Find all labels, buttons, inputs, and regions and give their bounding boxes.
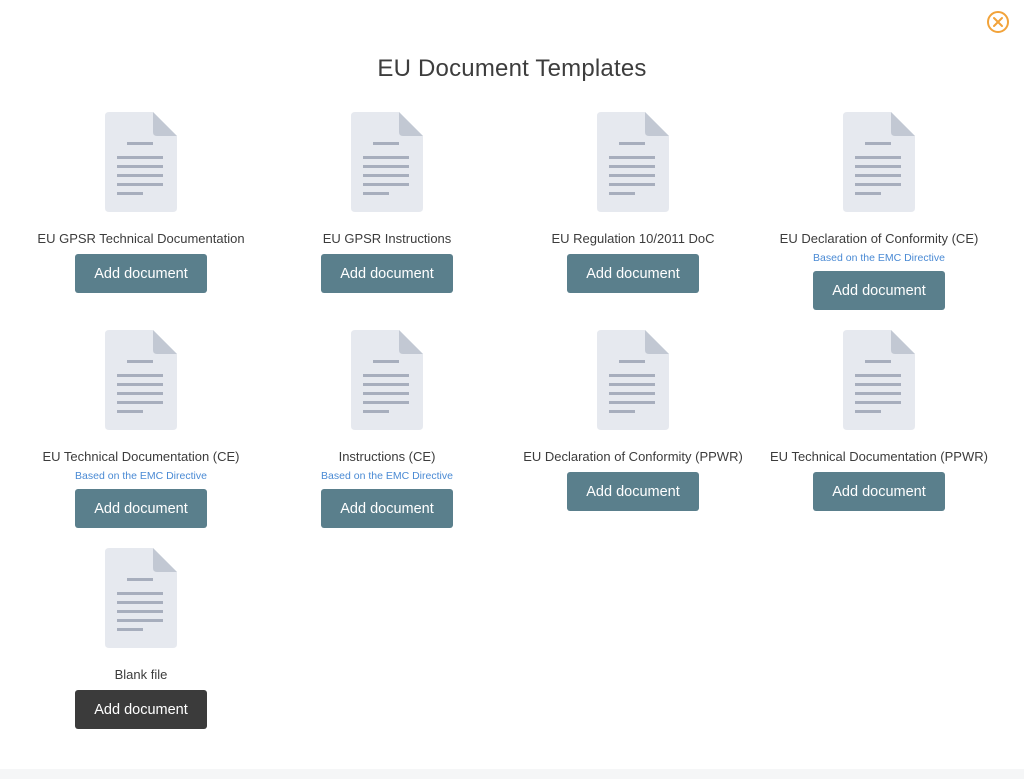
template-card: Blank file Add document: [18, 548, 264, 729]
page-title: EU Document Templates: [377, 55, 647, 82]
document-icon: [105, 548, 177, 648]
template-subtitle: Based on the EMC Directive: [321, 470, 453, 482]
template-card: EU GPSR Technical Documentation Add docu…: [18, 112, 264, 293]
document-icon: [351, 112, 423, 212]
add-document-button[interactable]: Add document: [75, 489, 207, 528]
document-icon: [105, 330, 177, 430]
template-title: EU Technical Documentation (CE): [42, 449, 240, 464]
add-document-button[interactable]: Add document: [813, 472, 945, 511]
document-icon: [105, 112, 177, 212]
add-blank-document-button[interactable]: Add document: [75, 690, 207, 729]
template-title: EU GPSR Instructions: [322, 231, 452, 246]
add-document-button[interactable]: Add document: [567, 472, 699, 511]
template-card: EU Technical Documentation (CE) Based on…: [18, 330, 264, 528]
template-title: EU Declaration of Conformity (PPWR): [523, 449, 743, 464]
template-card: EU Declaration of Conformity (CE) Based …: [756, 112, 1002, 310]
template-title: EU Regulation 10/2011 DoC: [551, 231, 715, 246]
template-card: Instructions (CE) Based on the EMC Direc…: [264, 330, 510, 528]
template-title: EU Technical Documentation (PPWR): [770, 449, 988, 464]
template-card: EU GPSR Instructions Add document: [264, 112, 510, 293]
template-subtitle: Based on the EMC Directive: [75, 470, 207, 482]
add-document-button[interactable]: Add document: [567, 254, 699, 293]
document-icon: [843, 112, 915, 212]
document-icon: [351, 330, 423, 430]
template-subtitle: Based on the EMC Directive: [813, 252, 945, 264]
template-card: EU Technical Documentation (PPWR) Add do…: [756, 330, 1002, 511]
template-card: EU Regulation 10/2011 DoC Add document: [510, 112, 756, 293]
template-title: Instructions (CE): [338, 449, 436, 464]
document-icon: [597, 330, 669, 430]
add-document-button[interactable]: Add document: [321, 489, 453, 528]
document-icon: [597, 112, 669, 212]
template-title: Blank file: [114, 667, 168, 682]
document-icon: [843, 330, 915, 430]
add-document-button[interactable]: Add document: [321, 254, 453, 293]
bottom-divider: [0, 769, 1024, 779]
template-title: EU Declaration of Conformity (CE): [779, 231, 979, 246]
template-card: EU Declaration of Conformity (PPWR) Add …: [510, 330, 756, 511]
template-title: EU GPSR Technical Documentation: [37, 231, 245, 246]
add-document-button[interactable]: Add document: [813, 271, 945, 310]
add-document-button[interactable]: Add document: [75, 254, 207, 293]
close-icon[interactable]: [986, 10, 1010, 34]
